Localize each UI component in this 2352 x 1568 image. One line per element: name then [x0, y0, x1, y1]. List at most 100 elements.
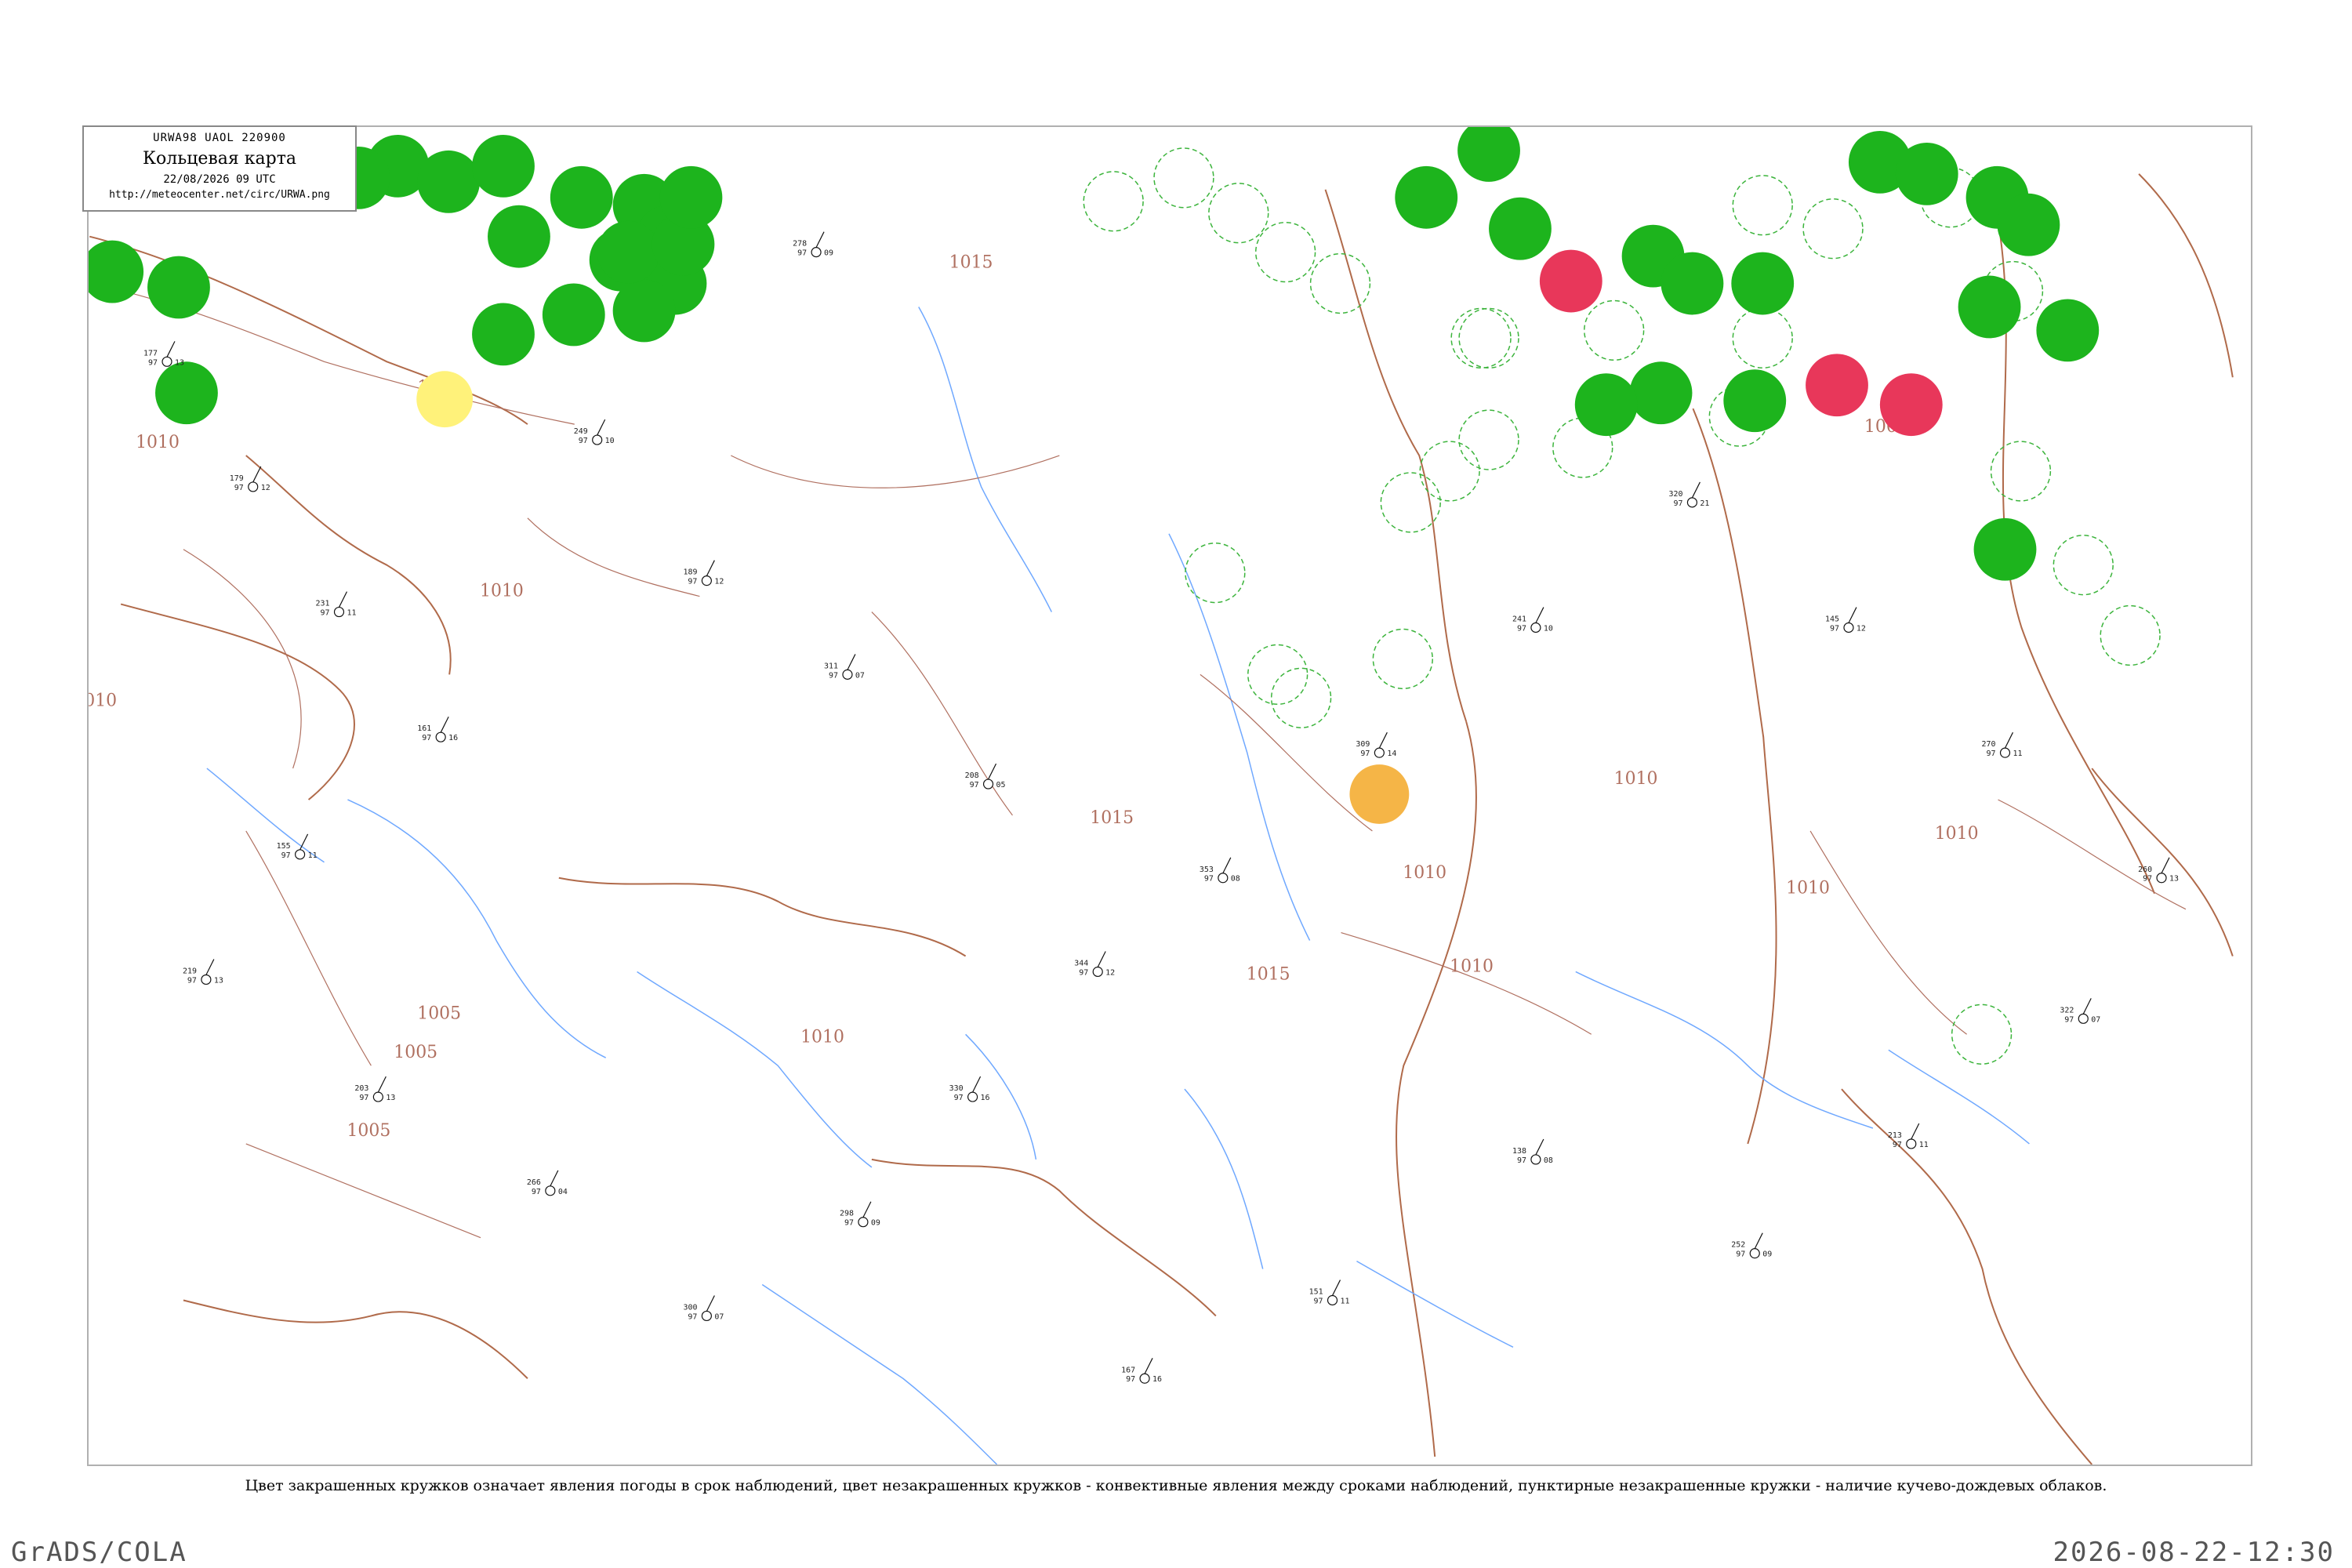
station-marker: [1999, 747, 2011, 758]
isobar-label: 1010: [1935, 824, 1979, 844]
river-line: [918, 307, 1053, 612]
cb-cloud-circle: [1083, 171, 1144, 232]
station-pressure: 330: [949, 1084, 964, 1093]
station-temp: 97: [321, 609, 330, 618]
station-dewpoint: 09: [871, 1219, 880, 1228]
border-line: [1692, 408, 1777, 1145]
station-dewpoint: 11: [1340, 1297, 1349, 1305]
station-dewpoint: 04: [558, 1188, 568, 1196]
rivers-layer: [206, 307, 2030, 1465]
station-temp: 97: [422, 734, 431, 742]
station-plot: 32297 07: [2060, 998, 2100, 1024]
station-plot: 27897 09: [793, 231, 833, 258]
station-plot: 30097 07: [683, 1295, 724, 1321]
station-marker: [1843, 622, 1854, 633]
wind-barb: [1754, 1232, 1763, 1249]
station-marker: [295, 849, 306, 860]
isobar-label: 1010: [1614, 769, 1658, 789]
isobar-label: 1010: [800, 1027, 844, 1047]
weather-circle-green: [1895, 142, 1958, 205]
weather-circle-green: [155, 361, 218, 425]
weather-circle-green: [612, 279, 676, 343]
footer-timestamp: 2026-08-22-12:30: [2053, 1537, 2335, 1568]
station-pressure: 167: [1121, 1366, 1135, 1374]
station-dewpoint: 09: [824, 249, 833, 258]
station-pressure: 309: [1356, 740, 1370, 749]
weather-circle-green: [472, 134, 535, 198]
station-dewpoint: 11: [1919, 1141, 1929, 1149]
station-plot: 27097 11: [1982, 731, 2022, 758]
station-dewpoint: 16: [448, 734, 458, 742]
station-pressure: 311: [824, 662, 838, 670]
wind-barb: [1535, 607, 1544, 623]
map-title: Кольцевая карта: [142, 149, 296, 169]
map-header: URWA98 UAOL 220900 Кольцевая карта 22/08…: [82, 125, 357, 212]
isobar-label: 1015: [1247, 964, 1290, 984]
station-marker: [982, 779, 994, 789]
weather-circle-green: [1661, 252, 1724, 315]
wind-barb: [1911, 1123, 1920, 1140]
station-temp: 97: [1673, 499, 1682, 508]
station-marker: [1686, 497, 1698, 508]
river-line: [1575, 971, 1874, 1129]
station-pressure: 322: [2060, 1006, 2074, 1014]
station-plot: 24997 10: [574, 419, 615, 445]
isobar-line: [183, 549, 302, 769]
isobar-line: [1200, 673, 1373, 832]
weather-circle-green: [417, 150, 481, 213]
cb-cloud-circle: [2100, 604, 2161, 666]
station-pressure: 298: [840, 1210, 854, 1218]
wind-barb: [1097, 951, 1106, 967]
weather-circle-green: [1457, 127, 1520, 182]
cb-cloud-circle: [1254, 221, 1316, 283]
station-pressure: 252: [1731, 1241, 1745, 1250]
station-dewpoint: 12: [714, 578, 724, 586]
station-temp: 97: [532, 1188, 541, 1196]
station-pressure: 203: [354, 1084, 368, 1093]
station-dewpoint: 11: [347, 609, 356, 618]
isobar-label: 1015: [1090, 808, 1134, 828]
river-line: [347, 799, 607, 1058]
station-plot: 24197 10: [1512, 607, 1553, 633]
weather-circle-green: [1489, 197, 1552, 260]
cb-cloud-circle: [1458, 409, 1519, 470]
river-line: [1356, 1260, 1514, 1348]
station-dewpoint: 08: [1231, 875, 1240, 884]
wind-barb: [706, 1295, 715, 1312]
border-line: [1324, 189, 1468, 722]
map-datetime: 22/08/2026 09 UTC: [163, 173, 276, 186]
station-dewpoint: 09: [1762, 1250, 1772, 1259]
wind-barb: [1378, 731, 1388, 749]
station-pressure: 179: [230, 474, 244, 483]
wind-barb: [2161, 857, 2170, 874]
station-plot: 21397 11: [1888, 1123, 1929, 1149]
station-dewpoint: 13: [386, 1094, 395, 1102]
wind-barb: [1222, 857, 1232, 874]
station-dewpoint: 16: [981, 1094, 990, 1102]
station-temp: 97: [359, 1094, 368, 1102]
station-pressure: 270: [1982, 740, 1996, 749]
station-marker: [333, 606, 345, 618]
station-temp: 97: [2143, 875, 2152, 884]
station-marker: [201, 974, 212, 985]
cb-cloud-circle: [1372, 628, 1433, 690]
station-marker: [1906, 1138, 1917, 1149]
weather-circle-green: [550, 165, 613, 229]
station-plot: 20397 13: [354, 1076, 395, 1102]
isobar-line: [731, 455, 1060, 488]
station-plot: 14597 12: [1825, 607, 1866, 633]
border-line: [558, 877, 967, 957]
weather-circle-green: [1395, 165, 1458, 229]
wind-barb: [2004, 731, 2014, 749]
station-pressure: 189: [683, 568, 697, 577]
station-temp: 97: [954, 1094, 964, 1102]
station-pressure: 177: [143, 349, 158, 358]
wind-barb: [377, 1076, 387, 1093]
station-marker: [842, 669, 853, 680]
station-plot: 26097 13: [2138, 857, 2179, 884]
wind-barb: [1144, 1358, 1153, 1374]
bulletin-code: URWA98 UAOL 220900: [153, 132, 286, 144]
station-marker: [858, 1217, 869, 1228]
station-pressure: 213: [1888, 1131, 1902, 1140]
station-pressure: 208: [965, 771, 979, 780]
